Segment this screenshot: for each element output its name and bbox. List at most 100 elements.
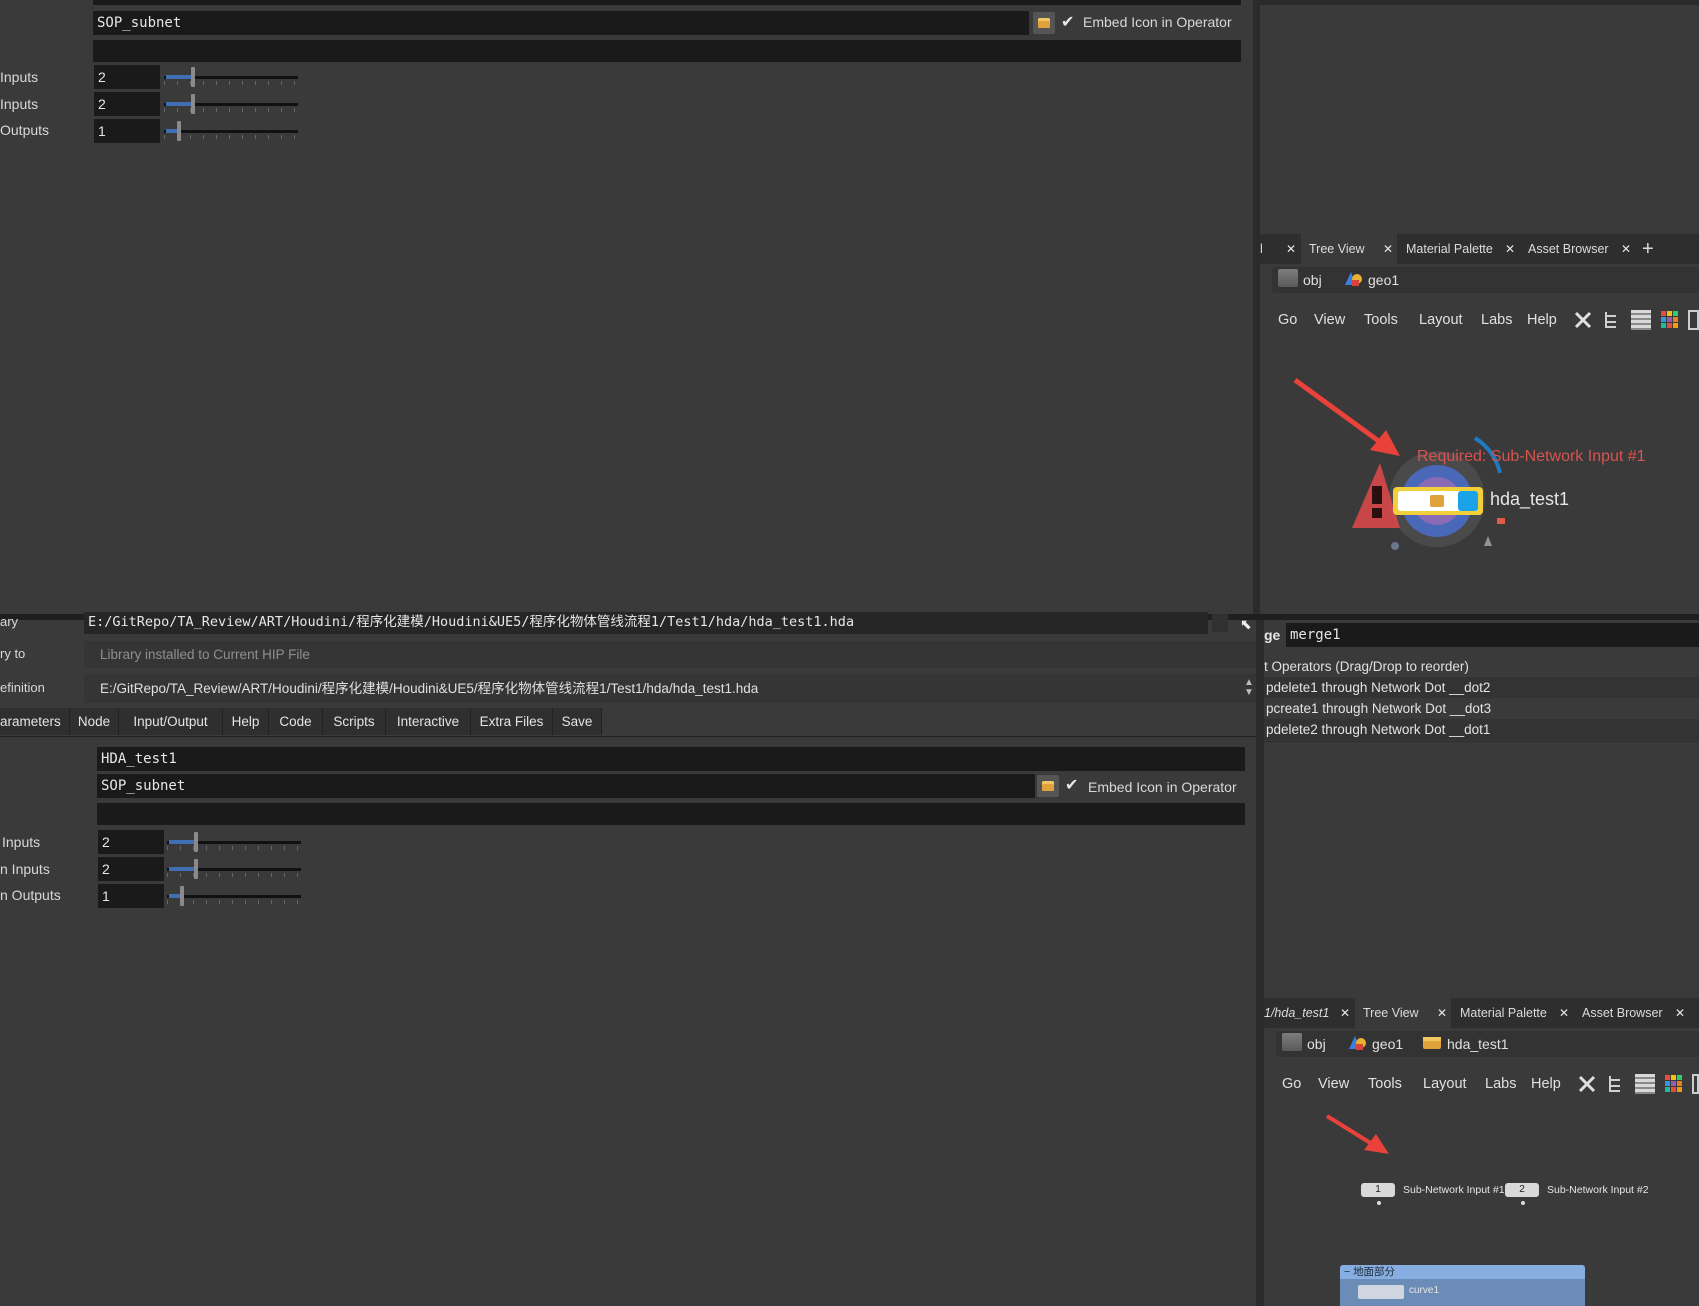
tab-asset-browser[interactable]: Asset Browser ✕: [1574, 998, 1689, 1028]
top-vertical-divider[interactable]: [1253, 0, 1260, 620]
curve-node[interactable]: [1358, 1285, 1404, 1299]
tree-icon[interactable]: [1606, 1074, 1626, 1094]
tab-material-palette[interactable]: Material Palette ✕: [1452, 998, 1573, 1028]
menu-labs[interactable]: Labs: [1485, 1067, 1516, 1101]
wrench-icon[interactable]: [1577, 1074, 1597, 1094]
tab-input-output[interactable]: Input/Output: [119, 708, 223, 735]
tab-parameters[interactable]: arameters: [0, 708, 70, 735]
max-outputs-field[interactable]: 1: [94, 119, 160, 143]
crumb-geo1[interactable]: geo1: [1372, 1033, 1403, 1055]
more-icon[interactable]: [1692, 1074, 1699, 1094]
menu-layout[interactable]: Layout: [1423, 1067, 1467, 1101]
max-inputs-slider-bottom[interactable]: [167, 857, 301, 881]
min-inputs-field-bottom[interactable]: 2: [98, 830, 164, 854]
merge-name-field[interactable]: merge1: [1286, 623, 1699, 647]
menu-help[interactable]: Help: [1531, 1067, 1561, 1101]
help-field-bottom[interactable]: [97, 803, 1245, 825]
node-bypass-flag: [1372, 486, 1382, 504]
network-box[interactable]: − 地面部分 curve1: [1340, 1265, 1585, 1306]
node-arrow-up: [1484, 536, 1492, 546]
embed-icon-checkbox-bottom[interactable]: ✔: [1065, 775, 1078, 795]
close-icon[interactable]: ✕: [1286, 234, 1296, 264]
max-inputs-field[interactable]: 2: [94, 92, 160, 116]
max-inputs-slider[interactable]: [164, 92, 298, 116]
min-inputs-slider[interactable]: [164, 65, 298, 89]
tab-node[interactable]: Node: [70, 708, 119, 735]
definition-field[interactable]: E:/GitRepo/TA_Review/ART/Houdini/程序化建模/H…: [84, 674, 1257, 703]
close-icon[interactable]: ✕: [1437, 998, 1447, 1028]
tab-tree-view[interactable]: Tree View ✕: [1301, 234, 1397, 264]
save-to-field[interactable]: Library installed to Current HIP File: [84, 641, 1257, 668]
top-parameter-pane: SOP_subnet ✔ Embed Icon in Operator Inpu…: [0, 0, 1253, 620]
max-outputs-field-bottom[interactable]: 1: [98, 884, 164, 908]
icon-field-bottom[interactable]: SOP_subnet: [97, 774, 1035, 798]
max-inputs-field-bottom[interactable]: 2: [98, 857, 164, 881]
merge-list-item[interactable]: pdelete2 through Network Dot __dot1: [1264, 719, 1699, 740]
chooser-button-bottom[interactable]: [1037, 775, 1059, 797]
grid-icon[interactable]: [1664, 1074, 1684, 1094]
tab-material-palette[interactable]: Material Palette ✕: [1398, 234, 1519, 264]
definition-dropdown-arrows[interactable]: ▲ ▼: [1244, 678, 1254, 698]
menu-help[interactable]: Help: [1527, 303, 1557, 337]
max-outputs-slider-bottom[interactable]: [167, 884, 301, 908]
menu-tools[interactable]: Tools: [1364, 303, 1398, 337]
close-icon[interactable]: ✕: [1383, 234, 1393, 264]
max-outputs-slider[interactable]: [164, 119, 298, 143]
tab-extra-files[interactable]: Extra Files: [471, 708, 553, 735]
node-warning-text: Required: Sub-Network Input #1: [1417, 448, 1646, 465]
tree-icon[interactable]: [1602, 310, 1622, 330]
list-icon[interactable]: [1635, 1074, 1655, 1094]
crumb-geo1[interactable]: geo1: [1368, 269, 1399, 291]
tab-save[interactable]: Save: [553, 708, 602, 735]
menu-view[interactable]: View: [1318, 1067, 1349, 1101]
tab-asset-browser[interactable]: Asset Browser ✕: [1520, 234, 1635, 264]
help-field[interactable]: [93, 40, 1241, 62]
close-icon[interactable]: ✕: [1340, 998, 1350, 1028]
crumb-hda-test1[interactable]: hda_test1: [1447, 1033, 1509, 1055]
close-icon[interactable]: ✕: [1505, 234, 1515, 264]
subnet-input-1-node[interactable]: 1: [1361, 1183, 1395, 1197]
menu-layout[interactable]: Layout: [1419, 303, 1463, 337]
subnet-input-2-node[interactable]: 2: [1505, 1183, 1539, 1197]
merge-list-item[interactable]: pcreate1 through Network Dot __dot3: [1264, 698, 1699, 719]
close-icon[interactable]: ✕: [1675, 998, 1685, 1028]
obj-icon: [1282, 1033, 1302, 1051]
row-label-outputs: Outputs: [0, 122, 50, 138]
embed-icon-checkbox[interactable]: ✔: [1061, 12, 1074, 32]
tab-code[interactable]: Code: [269, 708, 323, 735]
crumb-obj[interactable]: obj: [1307, 1033, 1326, 1055]
node-name-label[interactable]: hda_test1: [1490, 489, 1569, 510]
menu-labs[interactable]: Labs: [1481, 303, 1512, 337]
tab-network-bottom[interactable]: 1/hda_test1 ✕: [1264, 998, 1354, 1028]
crumb-obj[interactable]: obj: [1303, 269, 1322, 291]
menu-view[interactable]: View: [1314, 303, 1345, 337]
menu-go[interactable]: Go: [1282, 1067, 1301, 1101]
more-icon[interactable]: [1688, 310, 1699, 330]
grid-icon[interactable]: [1660, 310, 1680, 330]
tab-tree-view[interactable]: Tree View ✕: [1355, 998, 1451, 1028]
menu-go[interactable]: Go: [1278, 303, 1297, 337]
merge-list-header: t Operators (Drag/Drop to reorder): [1264, 656, 1699, 679]
close-icon[interactable]: ✕: [1621, 234, 1631, 264]
close-icon[interactable]: ✕: [1559, 998, 1569, 1028]
breadcrumb-frame: [1272, 267, 1699, 293]
tab-help[interactable]: Help: [223, 708, 269, 735]
tab-interactive[interactable]: Interactive: [386, 708, 471, 735]
tab-network-top[interactable]: l ✕: [1260, 234, 1300, 264]
list-icon[interactable]: [1631, 310, 1651, 330]
merge-list-item[interactable]: pdelete1 through Network Dot __dot2: [1264, 677, 1699, 698]
min-inputs-field[interactable]: 2: [94, 65, 160, 89]
chooser-button[interactable]: [1033, 12, 1055, 34]
library-path-expand[interactable]: [1212, 614, 1228, 632]
bottom-vertical-divider[interactable]: [1256, 620, 1264, 1306]
label-field[interactable]: HDA_test1: [97, 747, 1245, 771]
menu-tools[interactable]: Tools: [1368, 1067, 1402, 1101]
network-canvas-top[interactable]: Required: Sub-Network Input #1 hda_test1: [1260, 338, 1699, 620]
wrench-icon[interactable]: [1573, 310, 1593, 330]
network-canvas-bottom[interactable]: 1 Sub-Network Input #1 2 Sub-Network Inp…: [1264, 1102, 1699, 1306]
tab-scripts[interactable]: Scripts: [323, 708, 386, 735]
icon-field[interactable]: SOP_subnet: [93, 11, 1029, 35]
add-tab-button[interactable]: +: [1640, 234, 1664, 264]
library-path-field[interactable]: E:/GitRepo/TA_Review/ART/Houdini/程序化建模/H…: [84, 612, 1208, 634]
min-inputs-slider-bottom[interactable]: [167, 830, 301, 854]
